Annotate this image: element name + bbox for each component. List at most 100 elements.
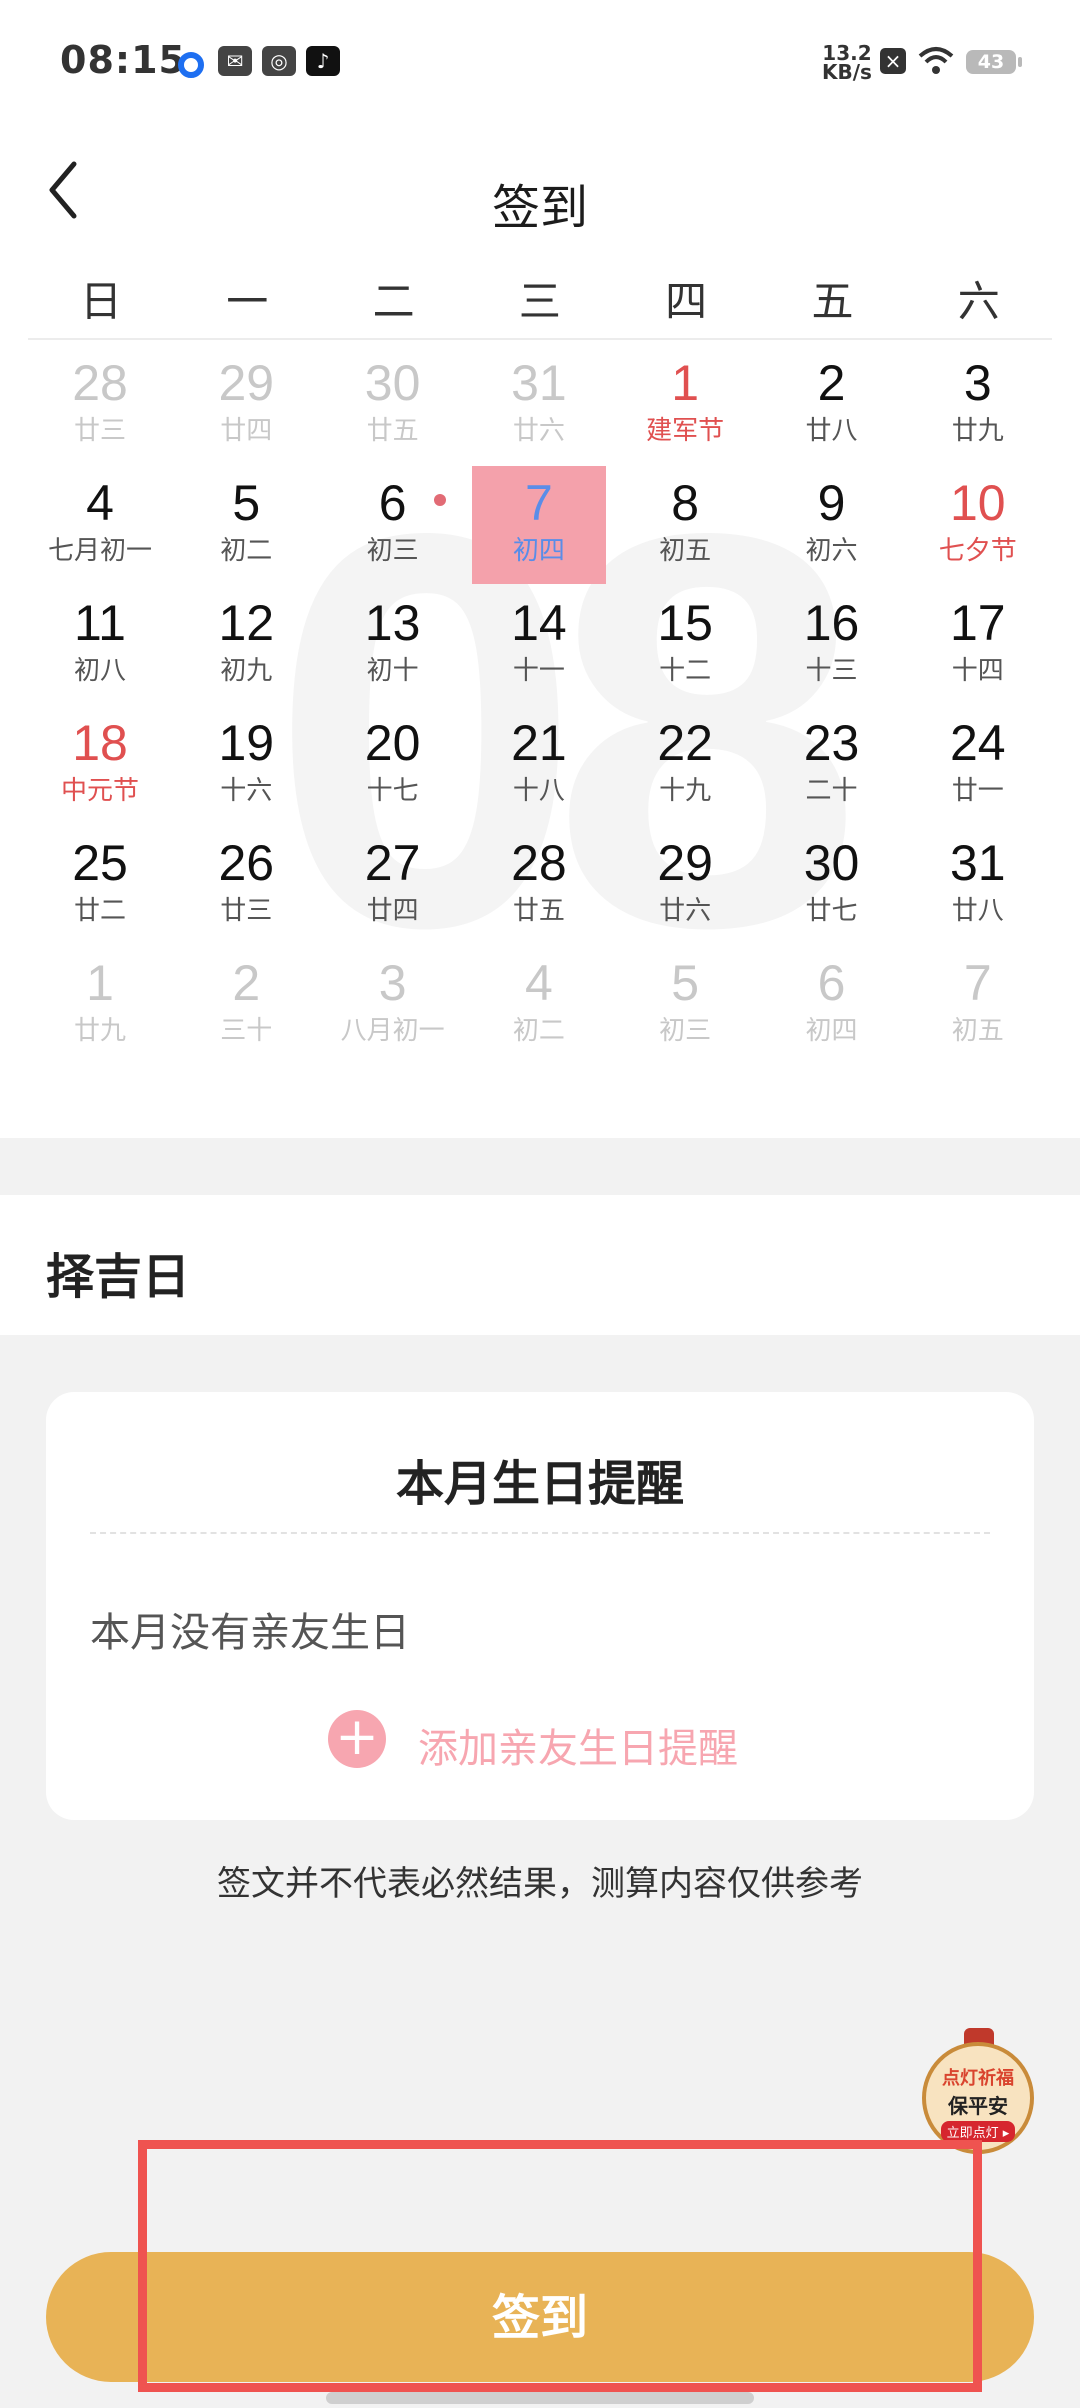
lunar-date: 初六: [805, 536, 858, 566]
day-number: 12: [218, 595, 275, 651]
day-number: 16: [803, 595, 860, 651]
calendar-day[interactable]: 4 初二: [472, 946, 606, 1064]
day-number: 18: [72, 715, 128, 771]
day-number: 26: [218, 835, 275, 891]
lunar-date: 廿八: [951, 896, 1004, 926]
calendar-day[interactable]: 3 廿九: [911, 346, 1045, 464]
calendar-day[interactable]: 28 廿三: [33, 346, 167, 464]
calendar-day[interactable]: 1 廿九: [33, 946, 167, 1064]
calendar-day[interactable]: 25 廿二: [33, 826, 167, 944]
calendar-day[interactable]: 31 廿六: [472, 346, 606, 464]
calendar-day[interactable]: 17 十四: [911, 586, 1045, 704]
lunar-date: 初十: [366, 656, 419, 686]
calendar-day[interactable]: 29 廿四: [179, 346, 313, 464]
lunar-date: 七月初一: [47, 536, 152, 566]
day-number: 4: [86, 475, 114, 531]
calendar-day[interactable]: 20 十七: [326, 706, 460, 824]
lunar-date: 初五: [951, 1016, 1004, 1046]
calendar-day[interactable]: 26 廿三: [179, 826, 313, 944]
card-divider: [90, 1532, 990, 1534]
page-title: 签到: [491, 180, 588, 236]
day-number: 9: [817, 475, 846, 531]
calendar-day[interactable]: 19 十六: [179, 706, 313, 824]
lunar-date: 廿五: [366, 416, 419, 446]
lunar-date: 十四: [951, 656, 1004, 686]
day-number: 24: [949, 715, 1006, 771]
calendar-day[interactable]: 6 初四: [765, 946, 899, 1064]
calendar-day[interactable]: 12 初九: [179, 586, 313, 704]
calendar-day[interactable]: 21 十八: [472, 706, 606, 824]
choose-day-section[interactable]: 择吉日: [0, 1195, 1080, 1335]
weekday-label: 一: [226, 277, 269, 326]
day-number: 29: [657, 835, 713, 891]
calendar-day[interactable]: 13 初十: [326, 586, 460, 704]
day-number: 11: [74, 595, 126, 651]
weekday-label: 二: [372, 277, 415, 326]
status-time: 08:15: [60, 38, 186, 82]
calendar-day[interactable]: 10 七夕节: [911, 466, 1045, 584]
day-number: 6: [817, 955, 846, 1011]
status-bar: 08:15 ✉ ◎ ♪ 13.2 KB/s × 43: [0, 0, 1080, 130]
calendar-day[interactable]: 14 十一: [472, 586, 606, 704]
lunar-date: 初四: [805, 1016, 858, 1046]
lunar-date: 初四: [512, 536, 565, 566]
day-number: 25: [72, 835, 128, 891]
home-indicator[interactable]: [326, 2392, 754, 2404]
add-birthday-label: 添加亲友生日提醒: [418, 1726, 738, 1772]
day-number: 30: [364, 355, 421, 411]
header: 签到: [0, 130, 1080, 250]
no-birthday-text: 本月没有亲友生日: [90, 1610, 410, 1656]
calendar-day-today[interactable]: 7 初四: [471, 466, 606, 584]
calendar-day[interactable]: 4 七月初一: [33, 466, 167, 584]
day-number: 5: [671, 955, 700, 1011]
app-notification-icon: [178, 52, 204, 78]
calendar-day[interactable]: 2 廿八: [765, 346, 899, 464]
lunar-date: 廿四: [366, 896, 419, 926]
day-number: 31: [949, 835, 1006, 891]
wifi-icon: [918, 47, 954, 74]
calendar-day[interactable]: 30 廿七: [765, 826, 899, 944]
calendar-day[interactable]: 22 十九: [618, 706, 752, 824]
day-number: 13: [364, 595, 421, 651]
day-number: 28: [511, 835, 567, 891]
calendar-day[interactable]: 9 初六: [765, 466, 899, 584]
lunar-date: 初八: [73, 656, 126, 686]
weekday-header: 日一二三四五六: [28, 268, 1052, 340]
calendar-day[interactable]: 11 初八: [33, 586, 167, 704]
disclaimer-text: 签文并不代表必然结果，测算内容仅供参考: [217, 1864, 863, 1904]
lunar-date: 十二: [659, 656, 712, 686]
calendar-day[interactable]: 5 初二: [179, 466, 313, 584]
calendar-day[interactable]: 30 廿五: [326, 346, 460, 464]
calendar-day[interactable]: 2 三十: [179, 946, 313, 1064]
weekday-label: 六: [957, 277, 1000, 326]
lunar-date: 十七: [366, 776, 419, 806]
mail-notification-icon: ✉: [218, 46, 252, 76]
lunar-date: 廿二: [73, 896, 126, 926]
lunar-date: 廿七: [805, 896, 858, 926]
calendar-day[interactable]: 28 廿五: [472, 826, 606, 944]
calendar-day[interactable]: 31 廿八: [911, 826, 1045, 944]
weekday-label: 四: [665, 277, 708, 326]
plus-icon: +: [328, 1710, 386, 1768]
calendar-day[interactable]: 15 十二: [618, 586, 752, 704]
calendar-day[interactable]: 1 建军节: [618, 346, 752, 464]
calendar-day[interactable]: 5 初三: [618, 946, 752, 1064]
calendar-day[interactable]: 29 廿六: [618, 826, 752, 944]
calendar-day[interactable]: 24 廿一: [911, 706, 1045, 824]
calendar-day[interactable]: 23 二十: [765, 706, 899, 824]
tiktok-notification-icon: ♪: [306, 46, 340, 76]
calendar: 08 日一二三四五六 28 廿三 29 廿四 30 廿五 31 廿六 1 建军节 2 廿八 3 廿九 4 七月…: [0, 250, 1080, 1138]
calendar-day[interactable]: 16 十三: [765, 586, 899, 704]
lunar-date: 廿一: [951, 776, 1004, 806]
lunar-date: 初三: [366, 536, 419, 566]
calendar-day[interactable]: 27 廿四: [326, 826, 460, 944]
calendar-day[interactable]: 8 初五: [618, 466, 752, 584]
calendar-day[interactable]: 3 八月初一: [326, 946, 460, 1064]
calendar-day[interactable]: 6 初三: [326, 466, 460, 584]
choose-day-title: 择吉日: [46, 1249, 191, 1305]
app-notification-icon: ◎: [262, 46, 296, 76]
lunar-date: 十六: [220, 776, 273, 806]
calendar-day[interactable]: 7 初五: [911, 946, 1045, 1064]
lunar-date: 廿六: [512, 416, 565, 446]
calendar-day[interactable]: 18 中元节: [33, 706, 167, 824]
